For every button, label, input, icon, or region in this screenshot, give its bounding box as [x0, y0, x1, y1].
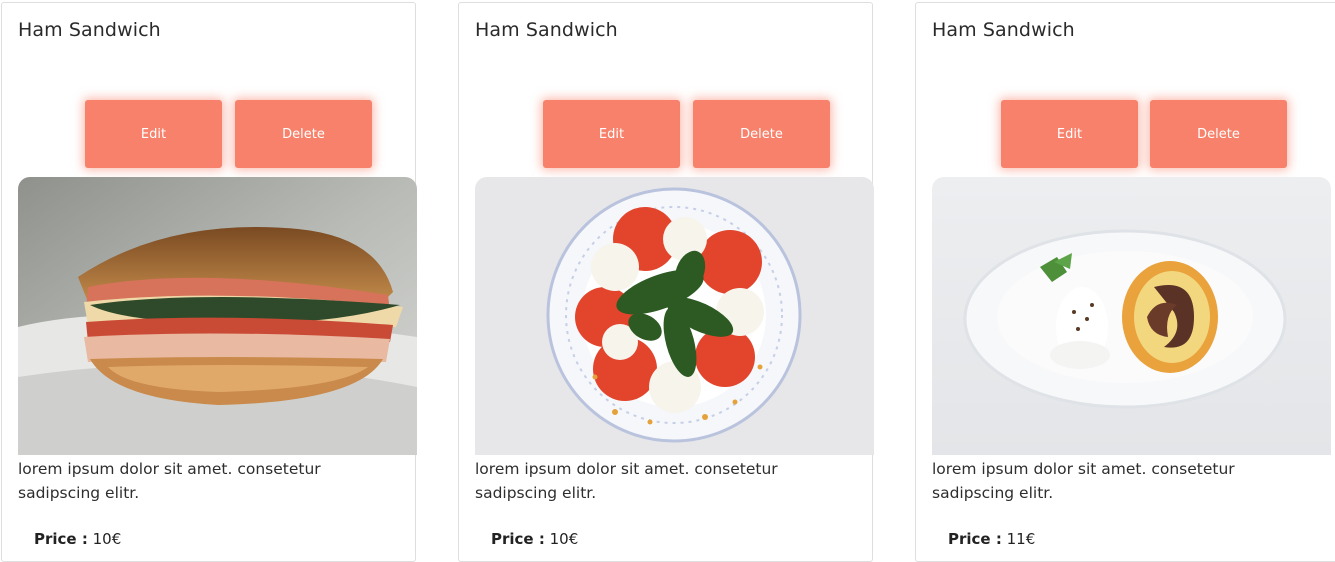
edit-button[interactable]: Edit [543, 100, 680, 168]
price-label: Price : [491, 530, 545, 548]
price-value: 11€ [1006, 530, 1036, 548]
price: Price : 11€ [948, 530, 1035, 548]
product-card: Ham Sandwich Edit Delete lorem ipsum dol… [915, 2, 1335, 562]
price: Price : 10€ [34, 530, 121, 548]
caprese-salad-image [475, 177, 874, 455]
edit-button[interactable]: Edit [1001, 100, 1138, 168]
card-title: Ham Sandwich [475, 19, 618, 41]
card-description: lorem ipsum dolor sit amet. consetetur s… [475, 460, 778, 502]
card-title: Ham Sandwich [18, 19, 161, 41]
edit-button[interactable]: Edit [85, 100, 222, 168]
product-card: Ham Sandwich Edit Delete lorem ipsum dol… [1, 2, 417, 562]
cake-roll-image [932, 177, 1331, 455]
delete-button[interactable]: Delete [693, 100, 830, 168]
product-card: Ham Sandwich Edit Delete lorem ipsum dol… [458, 2, 874, 562]
price-label: Price : [34, 530, 88, 548]
card-title: Ham Sandwich [932, 19, 1075, 41]
price-value: 10€ [549, 530, 579, 548]
card-description: lorem ipsum dolor sit amet. consetetur s… [932, 460, 1235, 502]
delete-button[interactable]: Delete [1150, 100, 1287, 168]
price-label: Price : [948, 530, 1002, 548]
card-description: lorem ipsum dolor sit amet. consetetur s… [18, 460, 321, 502]
price: Price : 10€ [491, 530, 578, 548]
delete-button[interactable]: Delete [235, 100, 372, 168]
price-value: 10€ [92, 530, 122, 548]
sandwich-image [18, 177, 417, 455]
